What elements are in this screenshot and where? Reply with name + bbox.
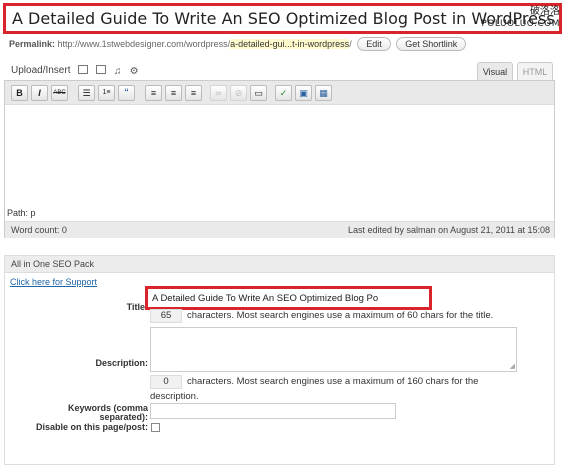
editor-toolbar: B I ABC ☰ 1≡ “ ≡ ≡ ≡ ∞ ⊘ ▭ ✓ ▣ ▦ — [5, 81, 554, 105]
align-center-button[interactable]: ≡ — [165, 85, 182, 101]
insert-more-button[interactable]: ▭ — [250, 85, 267, 101]
seo-keywords-input[interactable] — [150, 403, 396, 419]
seo-title-value: A Detailed Guide To Write An SEO Optimiz… — [152, 293, 379, 304]
seo-title-input[interactable]: A Detailed Guide To Write An SEO Optimiz… — [145, 286, 432, 310]
post-title-field[interactable]: A Detailed Guide To Write An SEO Optimiz… — [3, 3, 562, 34]
media-gear-icon[interactable] — [130, 66, 139, 75]
seo-description-count-note: characters. Most search engines use a ma… — [187, 376, 479, 387]
audio-icon[interactable] — [114, 66, 122, 75]
permalink-slug[interactable]: a-detailed-gui...t-in-wordpress — [230, 39, 350, 49]
bullet-list-button[interactable]: ☰ — [78, 85, 95, 101]
seo-disable-label: Disable on this page/post: — [35, 422, 148, 432]
post-editor: B I ABC ☰ 1≡ “ ≡ ≡ ≡ ∞ ⊘ ▭ ✓ ▣ ▦ Path: p… — [4, 80, 555, 238]
seo-pack-header[interactable]: All in One SEO Pack — [5, 256, 554, 273]
kitchen-sink-button[interactable]: ▦ — [315, 85, 332, 101]
editor-path: Path: p — [7, 208, 36, 218]
seo-disable-checkbox[interactable] — [151, 423, 160, 432]
seo-description-textarea[interactable]: ◢ — [150, 327, 517, 372]
seo-title-char-count: 65 — [150, 309, 182, 323]
editor-status-bar: Word count: 0 Last edited by salman on A… — [5, 221, 554, 238]
seo-description-label: Description: — [95, 358, 148, 368]
seo-keywords-label-cont: separated): — [99, 412, 148, 422]
video-icon[interactable] — [96, 65, 107, 74]
permalink-label: Permalink: — [9, 39, 56, 49]
seo-title-count-note: characters. Most search engines use a ma… — [187, 310, 494, 321]
editor-content-area[interactable] — [5, 105, 554, 208]
resize-grip-icon[interactable]: ◢ — [510, 363, 515, 370]
seo-description-count-note-cont: description. — [150, 391, 199, 402]
watermark: 破洛洛 POLUOLUO.COM — [481, 6, 560, 30]
blockquote-button[interactable]: “ — [118, 85, 135, 101]
image-icon[interactable] — [78, 65, 89, 74]
italic-button[interactable]: I — [31, 85, 48, 101]
last-edited: Last edited by salman on August 21, 2011… — [348, 225, 550, 235]
bold-button[interactable]: B — [11, 85, 28, 101]
strikethrough-button[interactable]: ABC — [51, 85, 68, 101]
numbered-list-button[interactable]: 1≡ — [98, 85, 115, 101]
permalink-base-url: http://www.1stwebdesigner.com/wordpress/ — [57, 39, 231, 49]
tab-visual[interactable]: Visual — [477, 62, 513, 80]
post-title-text: A Detailed Guide To Write An SEO Optimiz… — [12, 9, 555, 28]
support-link[interactable]: Click here for Support — [10, 277, 97, 287]
align-right-button[interactable]: ≡ — [185, 85, 202, 101]
insert-link-button[interactable]: ∞ — [210, 85, 227, 101]
spellcheck-button[interactable]: ✓ — [275, 85, 292, 101]
upload-insert-label: Upload/Insert — [11, 65, 71, 76]
get-shortlink-button[interactable]: Get Shortlink — [396, 37, 467, 51]
permalink-row: Permalink: http://www.1stwebdesigner.com… — [9, 37, 467, 51]
seo-title-label: Title: — [126, 302, 148, 312]
align-left-button[interactable]: ≡ — [145, 85, 162, 101]
watermark-line-1: 破洛洛 — [530, 6, 560, 17]
seo-description-char-count: 0 — [150, 375, 182, 389]
unlink-button[interactable]: ⊘ — [230, 85, 247, 101]
tab-html[interactable]: HTML — [517, 62, 553, 80]
word-count: Word count: 0 — [11, 225, 67, 235]
watermark-line-2: POLUOLUO.COM — [481, 19, 560, 29]
fullscreen-button[interactable]: ▣ — [295, 85, 312, 101]
permalink-trailing-slash: / — [349, 39, 352, 49]
permalink-edit-button[interactable]: Edit — [357, 37, 391, 51]
media-upload-row: Upload/Insert — [11, 65, 139, 76]
